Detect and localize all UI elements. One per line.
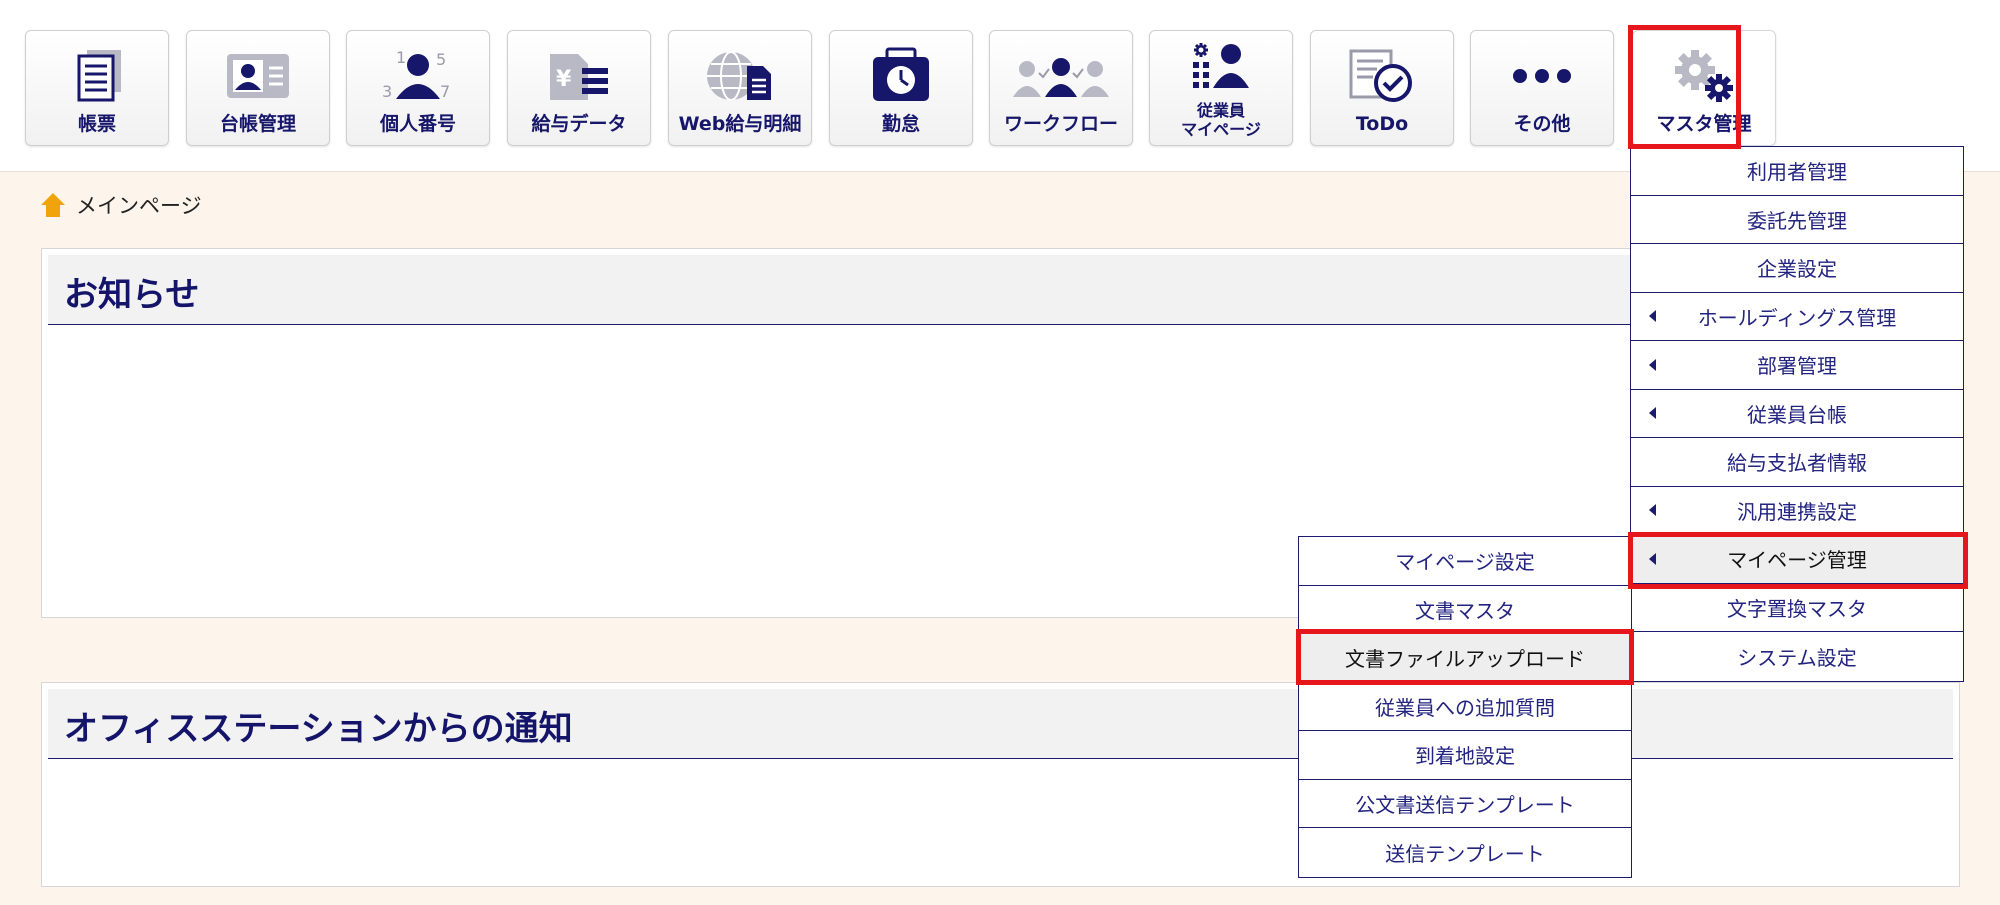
submenu-arrow-icon xyxy=(1649,504,1656,517)
toolbar-button-label-line2: マイページ xyxy=(1181,120,1261,139)
menu-item-label: 文書ファイルアップロード xyxy=(1345,647,1585,672)
toolbar-button-label: 従業員 マイページ xyxy=(1150,101,1292,139)
employee-mypage-icon xyxy=(1189,42,1253,90)
document-list-icon xyxy=(67,46,127,106)
menu-item-department-management[interactable]: 部署管理 xyxy=(1631,341,1963,390)
menu-item-payer-info[interactable]: 給与支払者情報 xyxy=(1631,438,1963,487)
menu-item-label: 部署管理 xyxy=(1757,354,1837,379)
menu-item-label: 委託先管理 xyxy=(1747,208,1847,233)
toolbar-button-payroll-data[interactable]: ¥ 給与データ xyxy=(507,30,651,146)
toolbar-button-label: 給与データ xyxy=(531,113,627,135)
menu-item-company-settings[interactable]: 企業設定 xyxy=(1631,244,1963,293)
submenu-item-mypage-settings[interactable]: マイページ設定 xyxy=(1299,537,1631,586)
menu-item-label: マイページ管理 xyxy=(1727,548,1867,573)
gears-icon xyxy=(1669,46,1739,106)
toolbar-button-label: ToDo xyxy=(1355,113,1409,135)
toolbar-button-ledger[interactable]: 台帳管理 xyxy=(186,30,330,146)
menu-item-label: 企業設定 xyxy=(1757,257,1837,282)
submenu-arrow-icon xyxy=(1649,358,1656,371)
breadcrumb: メインページ xyxy=(40,188,202,222)
submenu-item-official-doc-template[interactable]: 公文書送信テンプレート xyxy=(1299,779,1631,828)
people-workflow-icon xyxy=(1011,51,1111,101)
menu-item-label: システム設定 xyxy=(1737,645,1857,670)
toolbar-button-other[interactable]: その他 xyxy=(1470,30,1614,146)
svg-text:¥: ¥ xyxy=(556,67,572,92)
toolbar-button-label-line1: 従業員 xyxy=(1196,101,1245,120)
menu-item-label: 従業員台帳 xyxy=(1747,402,1847,427)
master-management-menu: 利用者管理 委託先管理 企業設定 ホールディングス管理 部署管理 従業員台帳 給… xyxy=(1630,146,1964,682)
toolbar-button-reports[interactable]: 帳票 xyxy=(25,30,169,146)
menu-item-label: 従業員への追加質問 xyxy=(1375,695,1555,720)
submenu-arrow-icon xyxy=(1649,552,1656,565)
menu-item-label: ホールディングス管理 xyxy=(1697,305,1897,330)
timecard-clock-icon xyxy=(869,47,933,105)
globe-document-icon xyxy=(703,48,777,104)
menu-item-system-settings[interactable]: システム設定 xyxy=(1631,632,1963,681)
toolbar-button-todo[interactable]: ToDo xyxy=(1310,30,1454,146)
toolbar-button-label: 帳票 xyxy=(77,113,116,135)
toolbar-button-label: 勤怠 xyxy=(881,113,920,135)
toolbar-button-label: その他 xyxy=(1513,113,1571,135)
menu-item-label: 利用者管理 xyxy=(1747,160,1847,185)
toolbar-button-label: マスタ管理 xyxy=(1656,113,1752,135)
notice-panel-title: お知らせ xyxy=(64,275,200,315)
id-card-icon xyxy=(223,48,293,104)
toolbar-button-web-payslip[interactable]: Web給与明細 xyxy=(668,30,812,146)
submenu-item-document-file-upload[interactable]: 文書ファイルアップロード xyxy=(1299,634,1631,683)
submenu-item-additional-questions[interactable]: 従業員への追加質問 xyxy=(1299,682,1631,731)
menu-item-label: 送信テンプレート xyxy=(1385,841,1545,866)
breadcrumb-home-link[interactable]: メインページ xyxy=(76,190,202,220)
person-number-icon: 1 5 3 7 xyxy=(378,47,458,105)
menu-item-employee-ledger[interactable]: 従業員台帳 xyxy=(1631,389,1963,438)
toolbar-button-label: 台帳管理 xyxy=(219,113,296,135)
toolbar-button-workflow[interactable]: ワークフロー xyxy=(989,30,1133,146)
more-dots-icon xyxy=(1510,66,1574,86)
menu-item-label: 給与支払者情報 xyxy=(1727,451,1867,476)
toolbar-button-label: Web給与明細 xyxy=(678,113,802,135)
menu-item-label: マイページ設定 xyxy=(1395,550,1535,575)
svg-text:7: 7 xyxy=(440,82,450,101)
menu-item-holdings-management[interactable]: ホールディングス管理 xyxy=(1631,292,1963,341)
submenu-item-destination-settings[interactable]: 到着地設定 xyxy=(1299,731,1631,780)
menu-item-label: 汎用連携設定 xyxy=(1737,499,1857,524)
todo-check-icon xyxy=(1347,47,1417,105)
menu-item-label: 到着地設定 xyxy=(1415,744,1515,769)
menu-item-user-management[interactable]: 利用者管理 xyxy=(1631,147,1963,196)
menu-item-label: 公文書送信テンプレート xyxy=(1355,792,1575,817)
toolbar-button-attendance[interactable]: 勤怠 xyxy=(829,30,973,146)
svg-text:5: 5 xyxy=(436,50,446,69)
menu-item-label: 文書マスタ xyxy=(1415,598,1515,623)
submenu-item-document-master[interactable]: 文書マスタ xyxy=(1299,585,1631,634)
toolbar-button-label: 個人番号 xyxy=(379,113,456,135)
svg-text:1: 1 xyxy=(396,48,406,67)
toolbar-button-employee-mypage[interactable]: 従業員 マイページ xyxy=(1149,30,1293,146)
toolbar-button-personal-number[interactable]: 1 5 3 7 個人番号 xyxy=(346,30,490,146)
home-icon[interactable] xyxy=(40,191,66,219)
office-notification-panel-title: オフィスステーションからの通知 xyxy=(64,709,573,749)
menu-item-integration-settings[interactable]: 汎用連携設定 xyxy=(1631,486,1963,535)
mypage-management-submenu: マイページ設定 文書マスタ 文書ファイルアップロード 従業員への追加質問 到着地… xyxy=(1298,536,1632,878)
menu-item-contractor-management[interactable]: 委託先管理 xyxy=(1631,195,1963,244)
menu-item-label: 文字置換マスタ xyxy=(1727,596,1867,621)
yen-list-icon: ¥ xyxy=(544,48,614,104)
svg-text:3: 3 xyxy=(382,82,392,101)
submenu-arrow-icon xyxy=(1649,407,1656,420)
office-notification-panel-header: オフィスステーションからの通知 xyxy=(48,689,1953,759)
submenu-arrow-icon xyxy=(1649,310,1656,323)
menu-item-char-replace-master[interactable]: 文字置換マスタ xyxy=(1631,583,1963,632)
toolbar-button-label: ワークフロー xyxy=(1003,113,1118,135)
office-notification-panel: オフィスステーションからの通知 xyxy=(41,682,1960,887)
menu-item-mypage-management[interactable]: マイページ管理 xyxy=(1631,535,1963,584)
toolbar-button-master-management[interactable]: マスタ管理 xyxy=(1632,30,1776,146)
submenu-item-send-template[interactable]: 送信テンプレート xyxy=(1299,828,1631,877)
